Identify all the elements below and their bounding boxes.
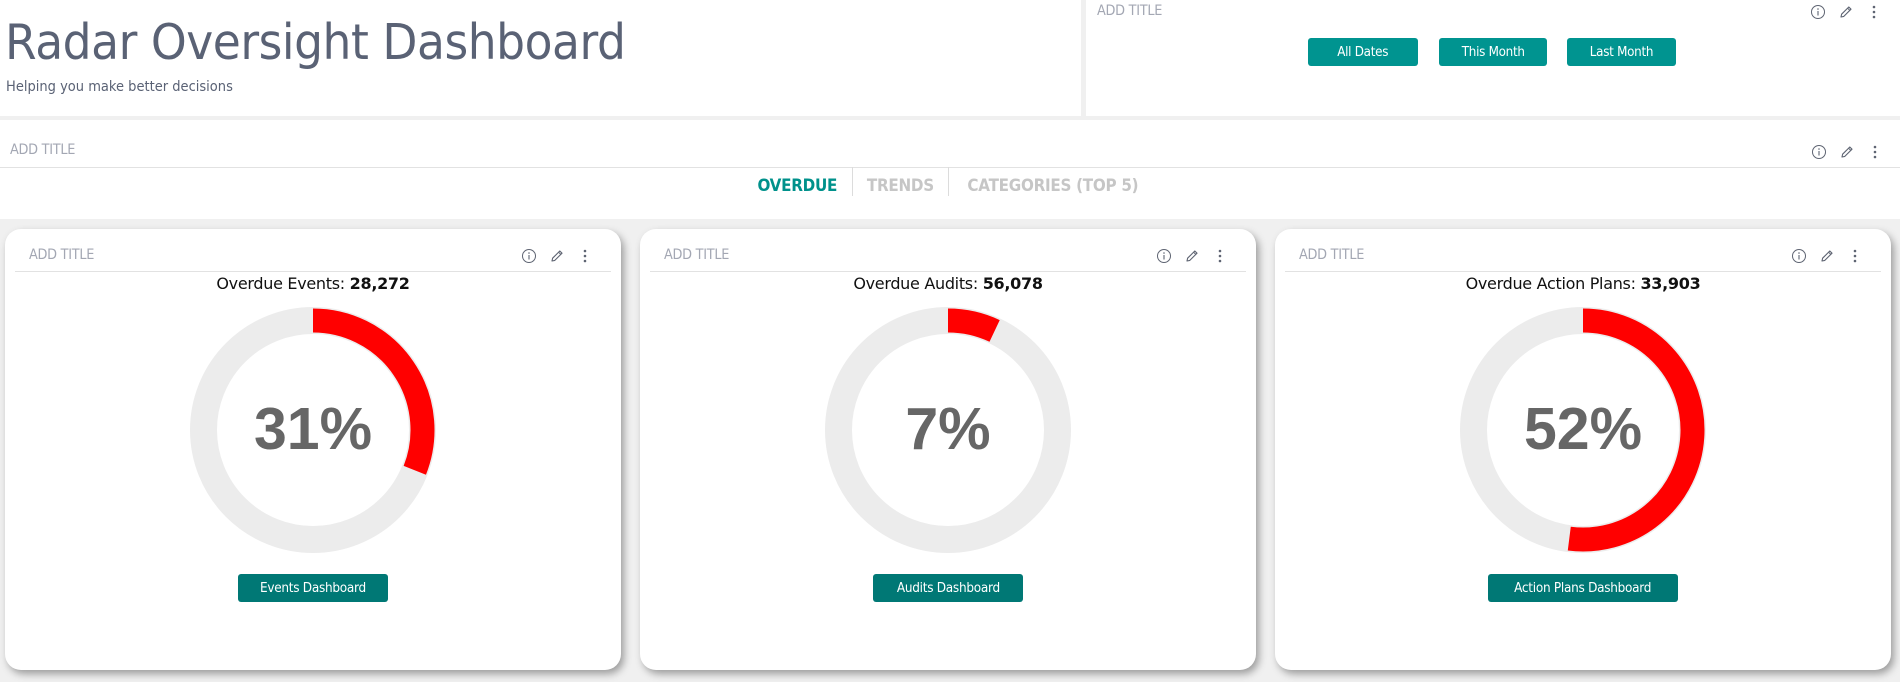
kebab-menu-icon[interactable]: [1860, 2, 1888, 22]
overdue-audits-card: ADD TITLE Overdue Audits: 56,078 7% Audi…: [640, 229, 1256, 670]
all-dates-button[interactable]: All Dates: [1308, 38, 1418, 66]
action-plans-dashboard-button[interactable]: Action Plans Dashboard: [1488, 574, 1678, 602]
pencil-icon[interactable]: [1832, 2, 1860, 22]
add-title-link[interactable]: ADD TITLE: [1097, 3, 1162, 19]
overdue-events-card: ADD TITLE Overdue Events: 28,272 31% Eve…: [5, 229, 621, 670]
date-filter-panel: ADD TITLE All Dates This Month Last Mont…: [1086, 0, 1900, 116]
this-month-button[interactable]: This Month: [1439, 38, 1547, 66]
panel-toolbar: [1805, 142, 1889, 162]
tab-categories[interactable]: CATEGORIES (TOP 5): [949, 167, 1157, 196]
events-dashboard-button[interactable]: Events Dashboard: [238, 574, 388, 602]
percent-value: 7%: [905, 396, 991, 462]
add-title-link[interactable]: ADD TITLE: [10, 142, 75, 158]
audits-dashboard-button[interactable]: Audits Dashboard: [873, 574, 1023, 602]
page-title: Radar Oversight Dashboard: [5, 14, 626, 71]
percent-value: 31%: [253, 396, 373, 462]
panel-toolbar: [1804, 2, 1888, 22]
gauge-fill-arc: [947, 308, 1000, 342]
overdue-action-plans-card: ADD TITLE Overdue Action Plans: 33,903 5…: [1275, 229, 1891, 670]
pencil-icon[interactable]: [1833, 142, 1861, 162]
info-icon[interactable]: [1804, 2, 1832, 22]
tab-overdue[interactable]: OVERDUE: [743, 167, 852, 196]
header-panel: Radar Oversight Dashboard Helping you ma…: [0, 0, 1081, 116]
dashboard-root: Radar Oversight Dashboard Helping you ma…: [0, 0, 1900, 682]
kebab-menu-icon[interactable]: [1861, 142, 1889, 162]
tab-trends[interactable]: TRENDS: [853, 167, 948, 196]
percent-value: 52%: [1523, 396, 1643, 462]
info-icon[interactable]: [1805, 142, 1833, 162]
tab-bar: OVERDUE TRENDS CATEGORIES (TOP 5): [0, 167, 1900, 219]
page-subtitle: Helping you make better decisions: [6, 79, 233, 95]
last-month-button[interactable]: Last Month: [1567, 38, 1676, 66]
